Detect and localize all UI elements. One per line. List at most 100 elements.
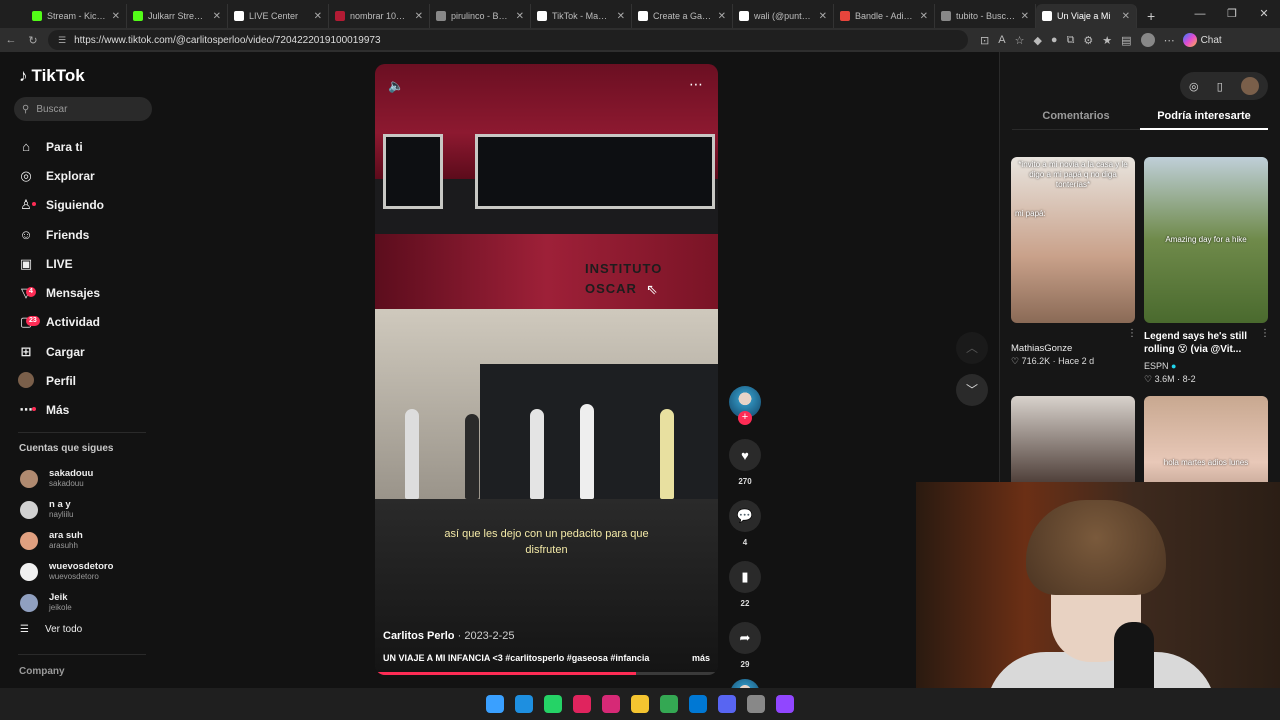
nav-item-explorar[interactable]: ◎ Explorar [18,161,104,190]
nav-item-m-s[interactable]: ⋯ Más [18,396,104,425]
like-button[interactable]: ♥ [729,439,761,471]
tab-favicon [941,11,951,21]
extension-icon[interactable]: ● [1051,34,1058,46]
card-author[interactable]: MathiasGonze [1011,342,1072,355]
copilot-chat-button[interactable]: Chat [1182,33,1222,47]
card-more-icon[interactable]: ⋮ [1260,328,1270,339]
video-player[interactable]: INSTITUTO OSCAR 🔈 ⋯ así que les dejo con… [375,64,718,675]
menu-icon[interactable]: ⋯ [1164,34,1175,47]
suggested-video-card[interactable]: *invito a mi novia a la casa y le digo a… [1011,157,1135,323]
card-title[interactable]: Legend says he's still rolling 😵 (via @V… [1144,330,1259,356]
browser-tab[interactable]: pirulinco - Buscar ✕ [430,4,531,28]
favorites-icon[interactable]: ★ [1102,34,1112,47]
browser-tab[interactable]: tubito - Buscar co ✕ [935,4,1036,28]
maximize-icon[interactable]: ❐ [1216,0,1248,28]
back-icon[interactable]: ← [0,34,22,46]
browser-tab[interactable]: Bandle - Adivina ✕ [834,4,935,28]
outlook-icon[interactable] [689,695,707,713]
close-tab-icon[interactable]: ✕ [718,11,726,22]
close-tab-icon[interactable]: ✕ [213,11,221,22]
following-account[interactable]: n a y nayliilu [20,495,113,526]
browser-tab[interactable]: wali (@puntual1) ✕ [733,4,834,28]
tiktok-logo[interactable]: ♪ TikTok [19,66,85,86]
following-account[interactable]: sakadouu sakadouu [20,464,113,495]
more-options-icon[interactable]: ⋯ [689,76,704,93]
coins-icon[interactable]: ◎ [1189,80,1199,93]
favorite-icon[interactable]: ☆ [1015,34,1025,47]
app-icon[interactable]: ⊡ [980,34,989,47]
suggested-video-card[interactable]: Amazing day for a hike [1144,157,1268,323]
new-tab-button[interactable]: + [1137,4,1165,28]
edge-icon[interactable] [515,695,533,713]
video-progress-bar[interactable] [375,672,718,675]
close-window-icon[interactable]: ✕ [1248,0,1280,28]
share-button[interactable]: ➦ [729,622,761,654]
reload-icon[interactable]: ↻ [22,34,44,47]
card-more-icon[interactable]: ⋮ [1127,328,1137,339]
close-tab-icon[interactable]: ✕ [617,11,625,22]
tab-comments[interactable]: Comentarios [1012,104,1140,130]
close-tab-icon[interactable]: ✕ [819,11,827,22]
nav-item-live[interactable]: ▣ LIVE [18,249,104,278]
file-explorer-icon[interactable] [631,695,649,713]
follow-plus-icon[interactable]: + [738,411,752,425]
nav-item-siguiendo[interactable]: ♙ Siguiendo [18,191,104,220]
search-input[interactable]: ⚲ Buscar [14,97,152,121]
close-tab-icon[interactable]: ✕ [1122,11,1130,22]
translate-icon[interactable]: A [998,34,1005,46]
following-account[interactable]: ara suh arasuhh [20,526,113,557]
url-field[interactable]: ☰ https://www.tiktok.com/@carlitosperloo… [48,30,968,50]
extensions-icon[interactable]: ⧉ [1067,34,1075,47]
instagram-icon[interactable] [602,695,620,713]
creator-avatar[interactable]: + [729,386,761,425]
next-video-button[interactable]: ﹀ [956,374,988,406]
comment-button[interactable]: 💬 [729,500,761,532]
following-account[interactable]: wuevosdetoro wuevosdetoro [20,556,113,587]
nav-item-mensajes[interactable]: ▽4 Mensajes [18,278,104,307]
close-tab-icon[interactable]: ✕ [415,11,423,22]
whatsapp-icon[interactable] [544,695,562,713]
browser-tab[interactable]: TikTok - Make Yo ✕ [531,4,632,28]
minimize-icon[interactable]: — [1184,0,1216,28]
split-screen-icon[interactable]: ⚙ [1083,34,1093,47]
see-all-button[interactable]: ☰ Ver todo [20,624,82,635]
browser-tab[interactable]: Create a Galletita ✕ [632,4,733,28]
start-icon[interactable] [486,695,504,713]
browser-tab[interactable]: LIVE Center ✕ [228,4,329,28]
nav-item-para-ti[interactable]: ⌂ Para ti [18,132,104,161]
nav-item-friends[interactable]: ☺ Friends [18,220,104,249]
following-account[interactable]: Jeik jeikole [20,587,113,618]
browser-tab[interactable]: Julkarr Stream - V ✕ [127,4,228,28]
browser-tab[interactable]: Stream - Kick Da ✕ [26,4,127,28]
video-author[interactable]: Carlitos Perlo · 2023-2-25 [383,630,514,642]
close-tab-icon[interactable]: ✕ [1021,11,1029,22]
close-tab-icon[interactable]: ✕ [314,11,322,22]
chrome-icon[interactable] [660,695,678,713]
site-info-icon[interactable]: ☰ [58,35,66,46]
company-link[interactable]: Company [19,666,65,677]
nav-label: Cargar [46,344,85,359]
profile-avatar[interactable] [1140,33,1155,47]
more-link[interactable]: más [692,653,710,663]
device-icon[interactable]: ▯ [1217,80,1223,93]
previous-video-button[interactable]: ︿ [956,332,988,364]
nav-item-actividad[interactable]: ▢23 Actividad [18,308,104,337]
settings-icon[interactable] [747,695,765,713]
close-tab-icon[interactable]: ✕ [516,11,524,22]
twitch-icon[interactable] [776,695,794,713]
discord-icon[interactable] [718,695,736,713]
media-player-icon[interactable] [573,695,591,713]
nav-item-perfil[interactable]: Perfil [18,366,104,395]
collections-icon[interactable]: ▤ [1121,34,1131,47]
browser-tab[interactable]: nombrar 100 mu ✕ [329,4,430,28]
profile-avatar[interactable] [1240,77,1259,95]
volume-icon[interactable]: 🔈 [388,78,404,94]
close-tab-icon[interactable]: ✕ [112,11,120,22]
nav-item-cargar[interactable]: ⊞ Cargar [18,337,104,366]
save-button[interactable]: ▮ [729,561,761,593]
tab-suggestions[interactable]: Podría interesarte [1140,104,1268,130]
browser-tab[interactable]: Un Viaje a Mi ✕ [1036,4,1137,28]
card-author[interactable]: ESPN ● [1144,361,1176,371]
close-tab-icon[interactable]: ✕ [920,11,928,22]
extension-icon[interactable]: ◆ [1033,34,1041,47]
